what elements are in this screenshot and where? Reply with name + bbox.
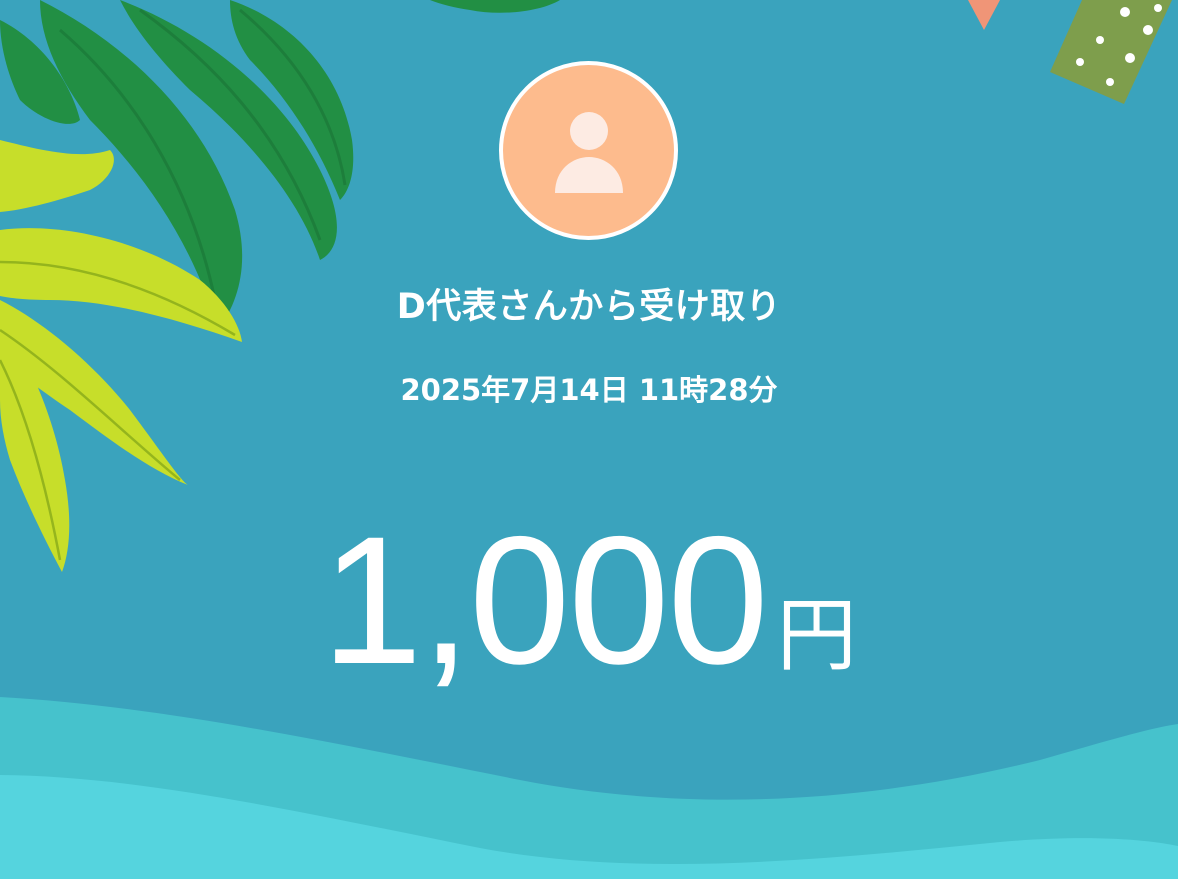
person-icon [555,112,623,193]
currency-unit: 円 [776,589,857,682]
transfer-amount: 1,000 [321,498,768,702]
bunting-flag-salmon [968,0,1000,30]
bunting-flag-green-dotted [1050,0,1172,104]
transfer-title: D代表さんから受け取り [396,287,782,327]
received-money-screen: D代表さんから受け取り 2025年7月14日 11時28分 1,000 円 [0,0,1178,879]
transfer-datetime: 2025年7月14日 11時28分 [400,373,778,407]
transfer-amount-row: 1,000 円 [0,509,1178,691]
sender-avatar [499,61,678,240]
